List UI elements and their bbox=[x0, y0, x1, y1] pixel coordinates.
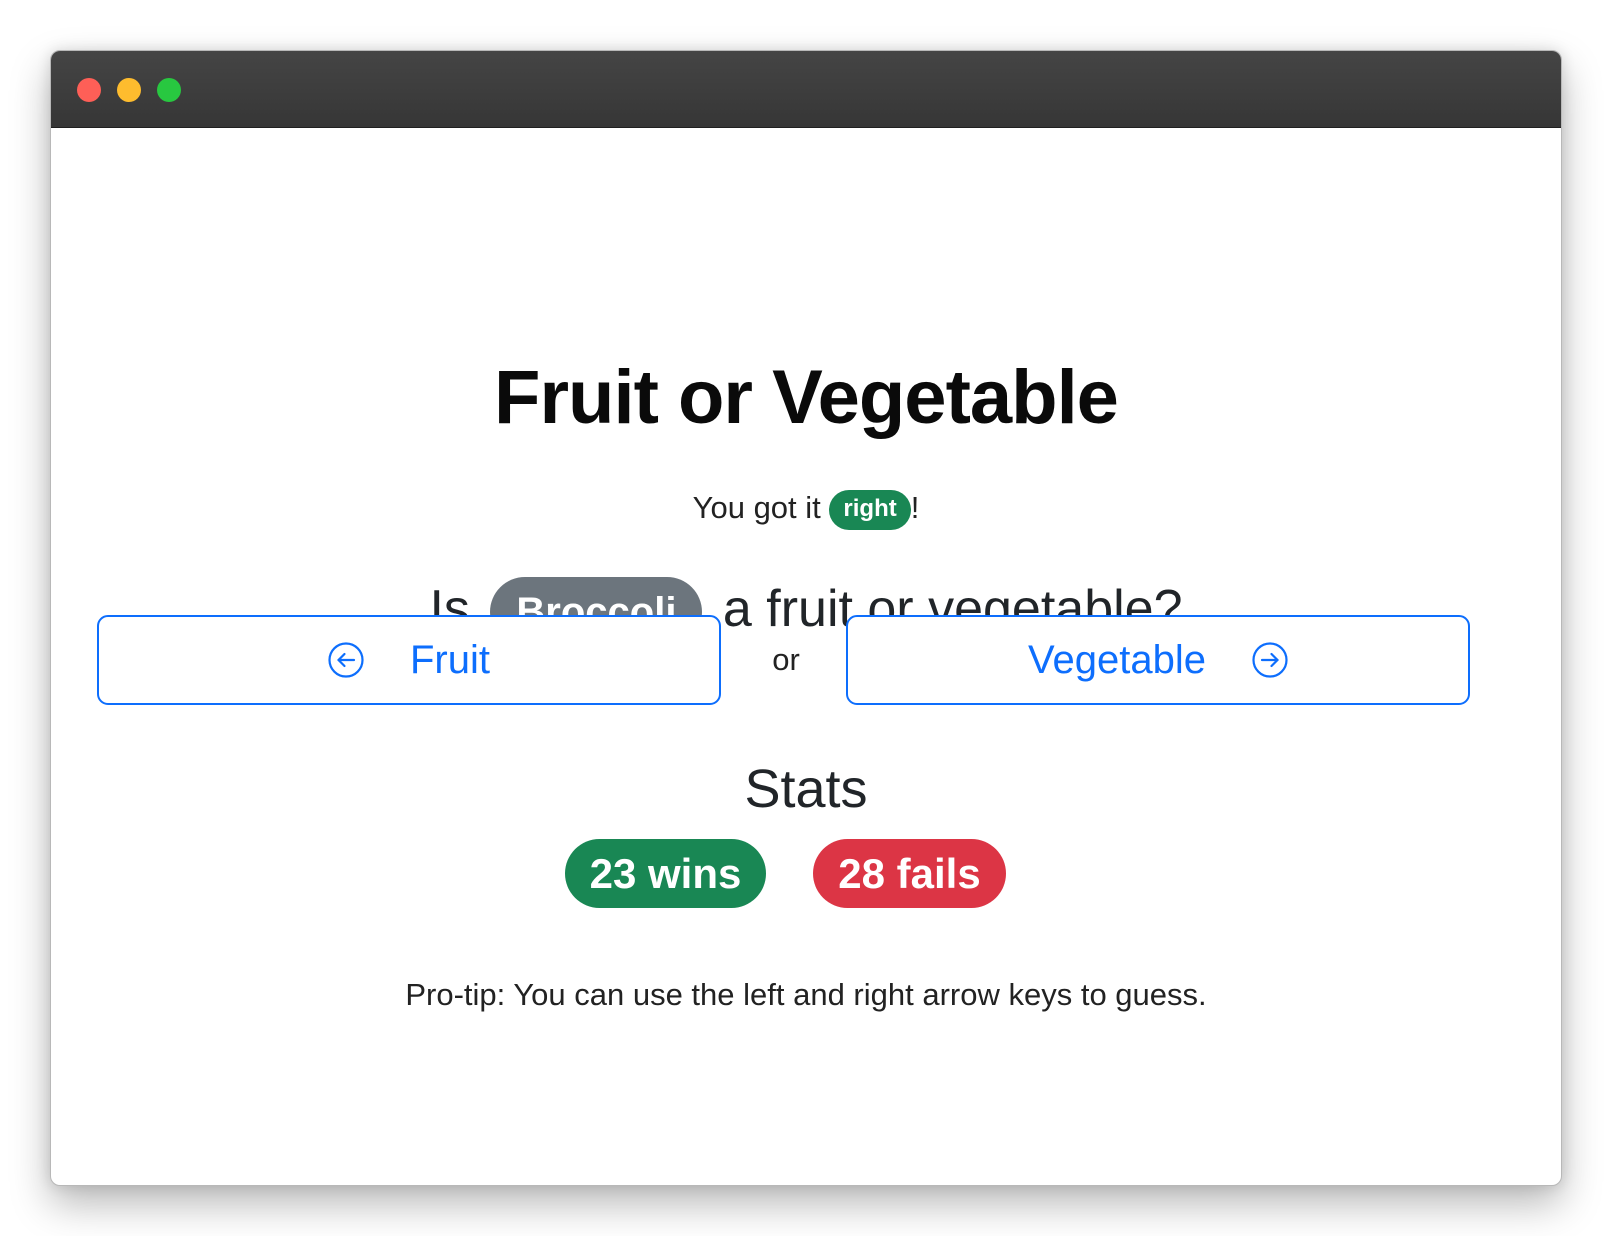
browser-window: Fruit or Vegetable You got it right! Is … bbox=[50, 50, 1562, 1186]
protip-text: Pro-tip: You can use the left and right … bbox=[405, 977, 1207, 1012]
arrow-left-circle-icon bbox=[328, 642, 364, 678]
fruit-button-label: Fruit bbox=[410, 637, 490, 682]
result-feedback: You got it right! bbox=[51, 488, 1561, 530]
page-title: Fruit or Vegetable bbox=[494, 355, 1119, 440]
fails-badge: 28 fails bbox=[813, 839, 1006, 908]
feedback-prefix: You got it bbox=[692, 490, 821, 525]
vegetable-button-label: Vegetable bbox=[1028, 637, 1206, 682]
stats-heading: Stats bbox=[744, 759, 868, 819]
vegetable-button[interactable]: Vegetable bbox=[846, 615, 1470, 705]
result-badge: right bbox=[829, 489, 911, 530]
fruit-button[interactable]: Fruit bbox=[97, 615, 721, 705]
choice-separator: or bbox=[772, 642, 800, 677]
feedback-suffix: ! bbox=[910, 490, 920, 525]
window-titlebar bbox=[51, 51, 1561, 128]
zoom-window-button[interactable] bbox=[157, 78, 181, 102]
minimize-window-button[interactable] bbox=[117, 78, 141, 102]
page-content: Fruit or Vegetable You got it right! Is … bbox=[51, 128, 1561, 1185]
arrow-right-circle-icon bbox=[1252, 642, 1288, 678]
close-window-button[interactable] bbox=[77, 78, 101, 102]
wins-badge: 23 wins bbox=[565, 839, 766, 908]
